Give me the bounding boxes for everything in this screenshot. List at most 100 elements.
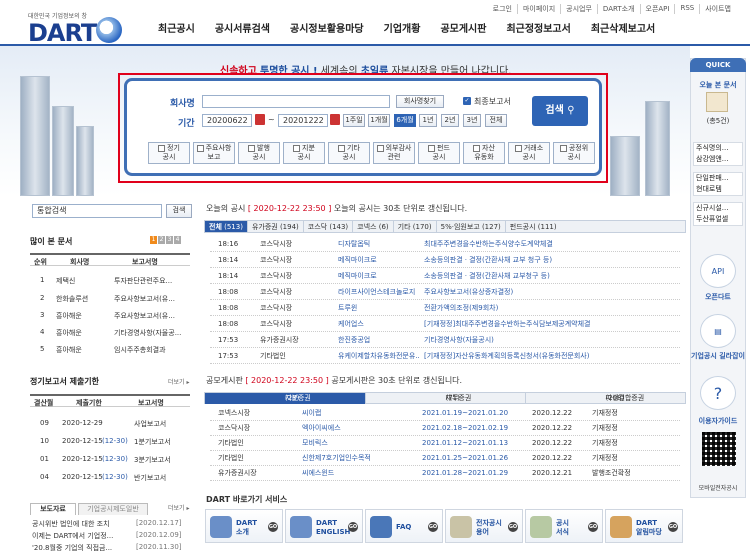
user-guide-label[interactable]: 이용자가이드 xyxy=(690,416,746,426)
regular-more-link[interactable]: 더보기 ▸ xyxy=(168,377,189,386)
row-company[interactable]: 모비릭스 xyxy=(302,436,392,450)
cat-issue[interactable]: 발행 공시 xyxy=(238,142,280,164)
calendar-icon[interactable] xyxy=(330,114,340,125)
service-dart-english[interactable]: DART ENGLISH GO xyxy=(285,509,363,543)
quick-card[interactable]: 단일판매... 현대로템 xyxy=(693,172,743,196)
news-item[interactable]: 공시위반 법인에 대한 조치 xyxy=(32,519,132,529)
cat-abs[interactable]: 자산 유동화 xyxy=(463,142,505,164)
tab-derivative[interactable]: 파생결합증권 (208) xyxy=(525,393,685,404)
service-forms[interactable]: 공시 서식 GO xyxy=(525,509,603,543)
news-item[interactable]: 이제는 DART에서 기업정... xyxy=(32,531,132,541)
row-company[interactable]: 엑아이씨에스 xyxy=(302,421,392,435)
row-report[interactable]: 전환가액의조정(제9회차) xyxy=(424,301,674,315)
checkbox-icon[interactable] xyxy=(293,144,301,152)
ipo-row[interactable]: 코넥스시장 씨이랩 2021.01.19~2021.01.20 2020.12.22 기… xyxy=(210,406,680,421)
tab-all[interactable]: 전체 (513) xyxy=(205,221,248,232)
row-report[interactable]: 기타경영사항(자율공시) xyxy=(424,333,674,347)
checkbox-icon[interactable] xyxy=(559,144,567,152)
cat-fund[interactable]: 펀드 공시 xyxy=(418,142,460,164)
disclosure-row[interactable]: 17:53 유가증권시장 한진중공업 기타경영사항(자율공시) xyxy=(210,333,680,348)
quick-card[interactable]: 주식명의... 삼강엠앤... xyxy=(693,142,743,166)
tab-press[interactable]: 보도자료 xyxy=(30,503,76,515)
period-1week[interactable]: 1주일 xyxy=(343,114,365,127)
checkbox-icon[interactable] xyxy=(248,144,256,152)
menu-corrections[interactable]: 최근정정보고서 xyxy=(506,20,570,35)
tab-equity[interactable]: 지분증권 (28) xyxy=(205,393,365,404)
disclosure-row[interactable]: 18:14 코스닥시장 메직마이크로 소송등의판결ㆍ결정(간환사채 교부청구 등) xyxy=(210,269,680,284)
page-1[interactable]: 1 xyxy=(150,236,157,244)
help-icon[interactable]: ? xyxy=(700,376,736,410)
qr-code-icon[interactable] xyxy=(702,432,736,466)
row-company[interactable]: 유케이제할차유동화전문유... xyxy=(338,349,420,363)
checkbox-icon[interactable] xyxy=(428,144,436,152)
mv-company[interactable]: 흥아해운 xyxy=(56,328,96,338)
disclosure-row[interactable]: 18:08 코스닥시장 케어업스 [기재정정]최대주주변경을수반하는주식담보제공계약체… xyxy=(210,317,680,332)
ipo-row[interactable]: 기타법인 신한제7호기업인수목적 2021.01.25~2021.01.26 2020… xyxy=(210,451,680,466)
openapi-link[interactable]: 오픈API xyxy=(639,4,675,14)
ipo-row[interactable]: 코스닥시장 엑아이씨에스 2021.02.18~2021.02.19 2020.12.… xyxy=(210,421,680,436)
row-company[interactable]: 신한제7호기업인수목적 xyxy=(302,451,418,465)
find-company-button[interactable]: 회사명찾기 xyxy=(396,95,444,108)
mv-report[interactable]: 주요사항보고서(유... xyxy=(114,311,190,321)
menu-recent[interactable]: 최근공시 xyxy=(158,20,195,35)
period-all[interactable]: 전체 xyxy=(485,114,507,127)
row-company[interactable]: 디자탈옵틱 xyxy=(338,237,420,251)
period-6month[interactable]: 6개월 xyxy=(394,114,416,127)
checkbox-icon[interactable] xyxy=(196,144,204,152)
tab-5pct[interactable]: 5%·임원보고 (127) xyxy=(437,221,506,232)
service-dart-intro[interactable]: DART 소개 GO xyxy=(205,509,283,543)
calendar-icon[interactable] xyxy=(255,114,265,125)
row-company[interactable]: 씨이랩 xyxy=(302,406,392,420)
row-report[interactable]: 소송등의판결ㆍ결정(간환사채 교부청구 등) xyxy=(424,269,674,283)
mobile-label[interactable]: 모바일전자공시 xyxy=(690,483,746,492)
final-report-checkbox[interactable]: ✓ xyxy=(463,97,471,105)
cat-major[interactable]: 주요사항 보고 xyxy=(193,142,235,164)
row-report[interactable]: [기재정정]자산유동화계획의등록신청서(유동화전문회사) xyxy=(424,349,674,363)
mv-report[interactable]: 주요사항보고서(유... xyxy=(114,294,190,304)
tab-system[interactable]: 기업공시제도일반 xyxy=(78,503,148,515)
tab-konex[interactable]: 코넥스 (6) xyxy=(353,221,394,232)
tab-kospi[interactable]: 유가증권 (194) xyxy=(248,221,304,232)
row-company[interactable]: 씨에스윈드 xyxy=(302,466,392,480)
cat-audit[interactable]: 외부감사 관련 xyxy=(373,142,415,164)
ipo-row[interactable]: 유가증권시장 씨에스윈드 2021.01.28~2021.01.29 2020.12.… xyxy=(210,466,680,481)
news-more-link[interactable]: 더보기 ▸ xyxy=(168,503,189,512)
keyword-search-button[interactable]: 검색 xyxy=(166,204,192,218)
openapi-quick-label[interactable]: 오픈다트 xyxy=(690,292,746,302)
mv-company[interactable]: 제택신 xyxy=(56,276,96,286)
sitemap-link[interactable]: 사이트맵 xyxy=(699,4,736,14)
disclosure-row[interactable]: 18:14 코스닥시장 메직마이크로 소송등의판결ㆍ결정(간환사채 교부 청구 등) xyxy=(210,253,680,268)
cat-regular[interactable]: 정기 공시 xyxy=(148,142,190,164)
keyword-input[interactable]: 통합검색 xyxy=(32,204,162,218)
period-1year[interactable]: 1년 xyxy=(419,114,437,127)
period-2year[interactable]: 2년 xyxy=(441,114,459,127)
row-report[interactable]: 소송등의판결ㆍ결정(간환사채 교부 청구 등) xyxy=(424,253,674,267)
service-glossary[interactable]: 전자공시 용어 GO xyxy=(445,509,523,543)
page-2[interactable]: 2 xyxy=(158,236,165,244)
row-report[interactable]: 최대주주변경을수반하는주식양수도계약체결 xyxy=(424,237,674,251)
company-input[interactable] xyxy=(202,95,390,108)
rss-link[interactable]: RSS xyxy=(674,4,699,14)
row-company[interactable]: 케어업스 xyxy=(338,317,420,331)
disclosure-guide-label[interactable]: 기업공시 길라잡이 xyxy=(690,352,746,361)
row-report[interactable]: 주요사항보고서(유상증자결정) xyxy=(424,285,674,299)
login-link[interactable]: 로그인 xyxy=(488,4,517,14)
dart-intro-link[interactable]: DART소개 xyxy=(596,4,640,14)
mv-report[interactable]: 투자판단관련주요... xyxy=(114,276,190,286)
checkbox-icon[interactable] xyxy=(338,144,346,152)
period-1month[interactable]: 1개월 xyxy=(368,114,390,127)
menu-company[interactable]: 기업개황 xyxy=(384,20,421,35)
checkbox-icon[interactable] xyxy=(158,144,166,152)
disclosure-row[interactable]: 18:08 코스닥시장 트루윈 전환가액의조정(제9회차) xyxy=(210,301,680,316)
tab-debt[interactable]: 채무증권 (71) xyxy=(365,393,525,404)
cat-exchange[interactable]: 거래소 공시 xyxy=(508,142,550,164)
menu-ipo[interactable]: 공모게시판 xyxy=(440,20,486,35)
date-from-input[interactable]: 20200622 xyxy=(202,114,252,127)
disclosure-row[interactable]: 18:08 코스닥시장 라이프사이언스테크놀로지 주요사항보고서(유상증자결정) xyxy=(210,285,680,300)
date-to-input[interactable]: 20201222 xyxy=(278,114,328,127)
checkbox-icon[interactable] xyxy=(473,144,481,152)
row-company[interactable]: 라이프사이언스테크놀로지 xyxy=(338,285,420,299)
service-notice[interactable]: DART 알림마당 GO xyxy=(605,509,683,543)
mv-report[interactable]: 임시주주총회결과 xyxy=(114,345,190,355)
mv-company[interactable]: 흥아해운 xyxy=(56,345,96,355)
